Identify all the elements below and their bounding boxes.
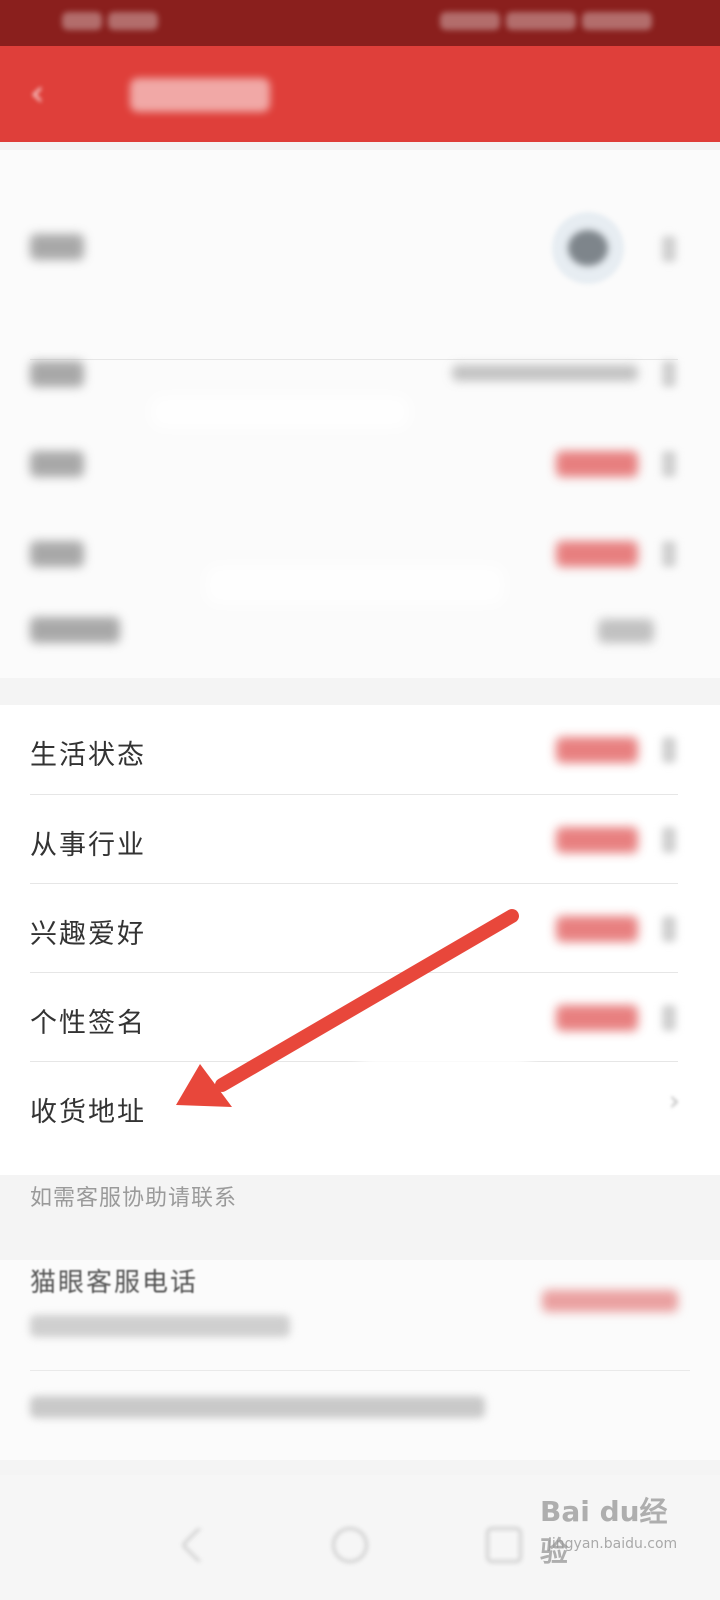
row-value	[556, 737, 638, 763]
chevron-right-icon	[662, 1005, 676, 1031]
chevron-right-icon	[662, 236, 676, 262]
baidu-watermark-url: jingyan.baidu.com	[548, 1536, 678, 1552]
nav-recent-icon[interactable]	[486, 1527, 522, 1563]
row-value	[556, 541, 638, 567]
gender-row[interactable]	[0, 425, 720, 515]
watermark-blob	[150, 395, 410, 429]
divider	[30, 1370, 690, 1371]
baidu-watermark-logo: Bai du经验	[540, 1495, 668, 1568]
row-label	[30, 617, 120, 643]
row-value	[556, 451, 638, 477]
status-bar	[0, 0, 720, 46]
row-label: 兴趣爱好	[30, 919, 146, 950]
avatar[interactable]	[552, 212, 624, 284]
row-label	[30, 541, 84, 567]
list-item[interactable]: 从事行业	[0, 795, 720, 884]
row-value	[452, 365, 638, 381]
row-label	[30, 451, 84, 477]
working-hours-text	[30, 1315, 290, 1337]
avatar-row[interactable]	[0, 190, 720, 360]
nav-back-icon[interactable]	[180, 1526, 218, 1564]
chevron-right-icon	[662, 737, 676, 763]
avatar-label	[30, 234, 84, 260]
back-icon[interactable]: ‹	[30, 74, 70, 114]
chevron-right-icon	[662, 361, 676, 387]
customer-service-title: 猫眼客服电话	[30, 1268, 199, 1298]
row-value	[556, 827, 638, 853]
extra-info-card: 生活状态 从事行业 兴趣爱好 个性签名 收货地址 ›	[0, 705, 720, 1175]
watermark-blob	[360, 1045, 530, 1081]
watermark-blob	[205, 565, 505, 605]
status-left-indicators	[62, 12, 166, 34]
list-item[interactable]: 个性签名	[0, 973, 720, 1062]
chevron-right-icon: ›	[668, 1084, 680, 1117]
city-row[interactable]	[0, 605, 720, 675]
section-caption: 如需客服协助请联系	[30, 1186, 238, 1211]
chevron-right-icon	[662, 916, 676, 942]
row-value	[556, 916, 638, 942]
list-item[interactable]: 生活状态	[0, 705, 720, 795]
customer-service-phone[interactable]	[542, 1290, 678, 1312]
chevron-right-icon	[662, 827, 676, 853]
nav-home-icon[interactable]	[332, 1527, 368, 1563]
row-label: 从事行业	[30, 830, 146, 861]
top-navigation-bar: ‹	[0, 46, 720, 142]
service-note	[30, 1396, 485, 1418]
row-label	[30, 361, 84, 387]
page-title	[130, 78, 270, 112]
status-right-indicators	[440, 12, 670, 34]
row-value	[556, 1005, 638, 1031]
list-item[interactable]: 兴趣爱好	[0, 884, 720, 973]
row-label: 个性签名	[30, 1008, 146, 1039]
row-label: 生活状态	[30, 740, 146, 771]
chevron-right-icon	[662, 451, 676, 477]
row-label: 收货地址	[30, 1097, 146, 1128]
row-value	[598, 619, 654, 643]
chevron-right-icon	[662, 541, 676, 567]
